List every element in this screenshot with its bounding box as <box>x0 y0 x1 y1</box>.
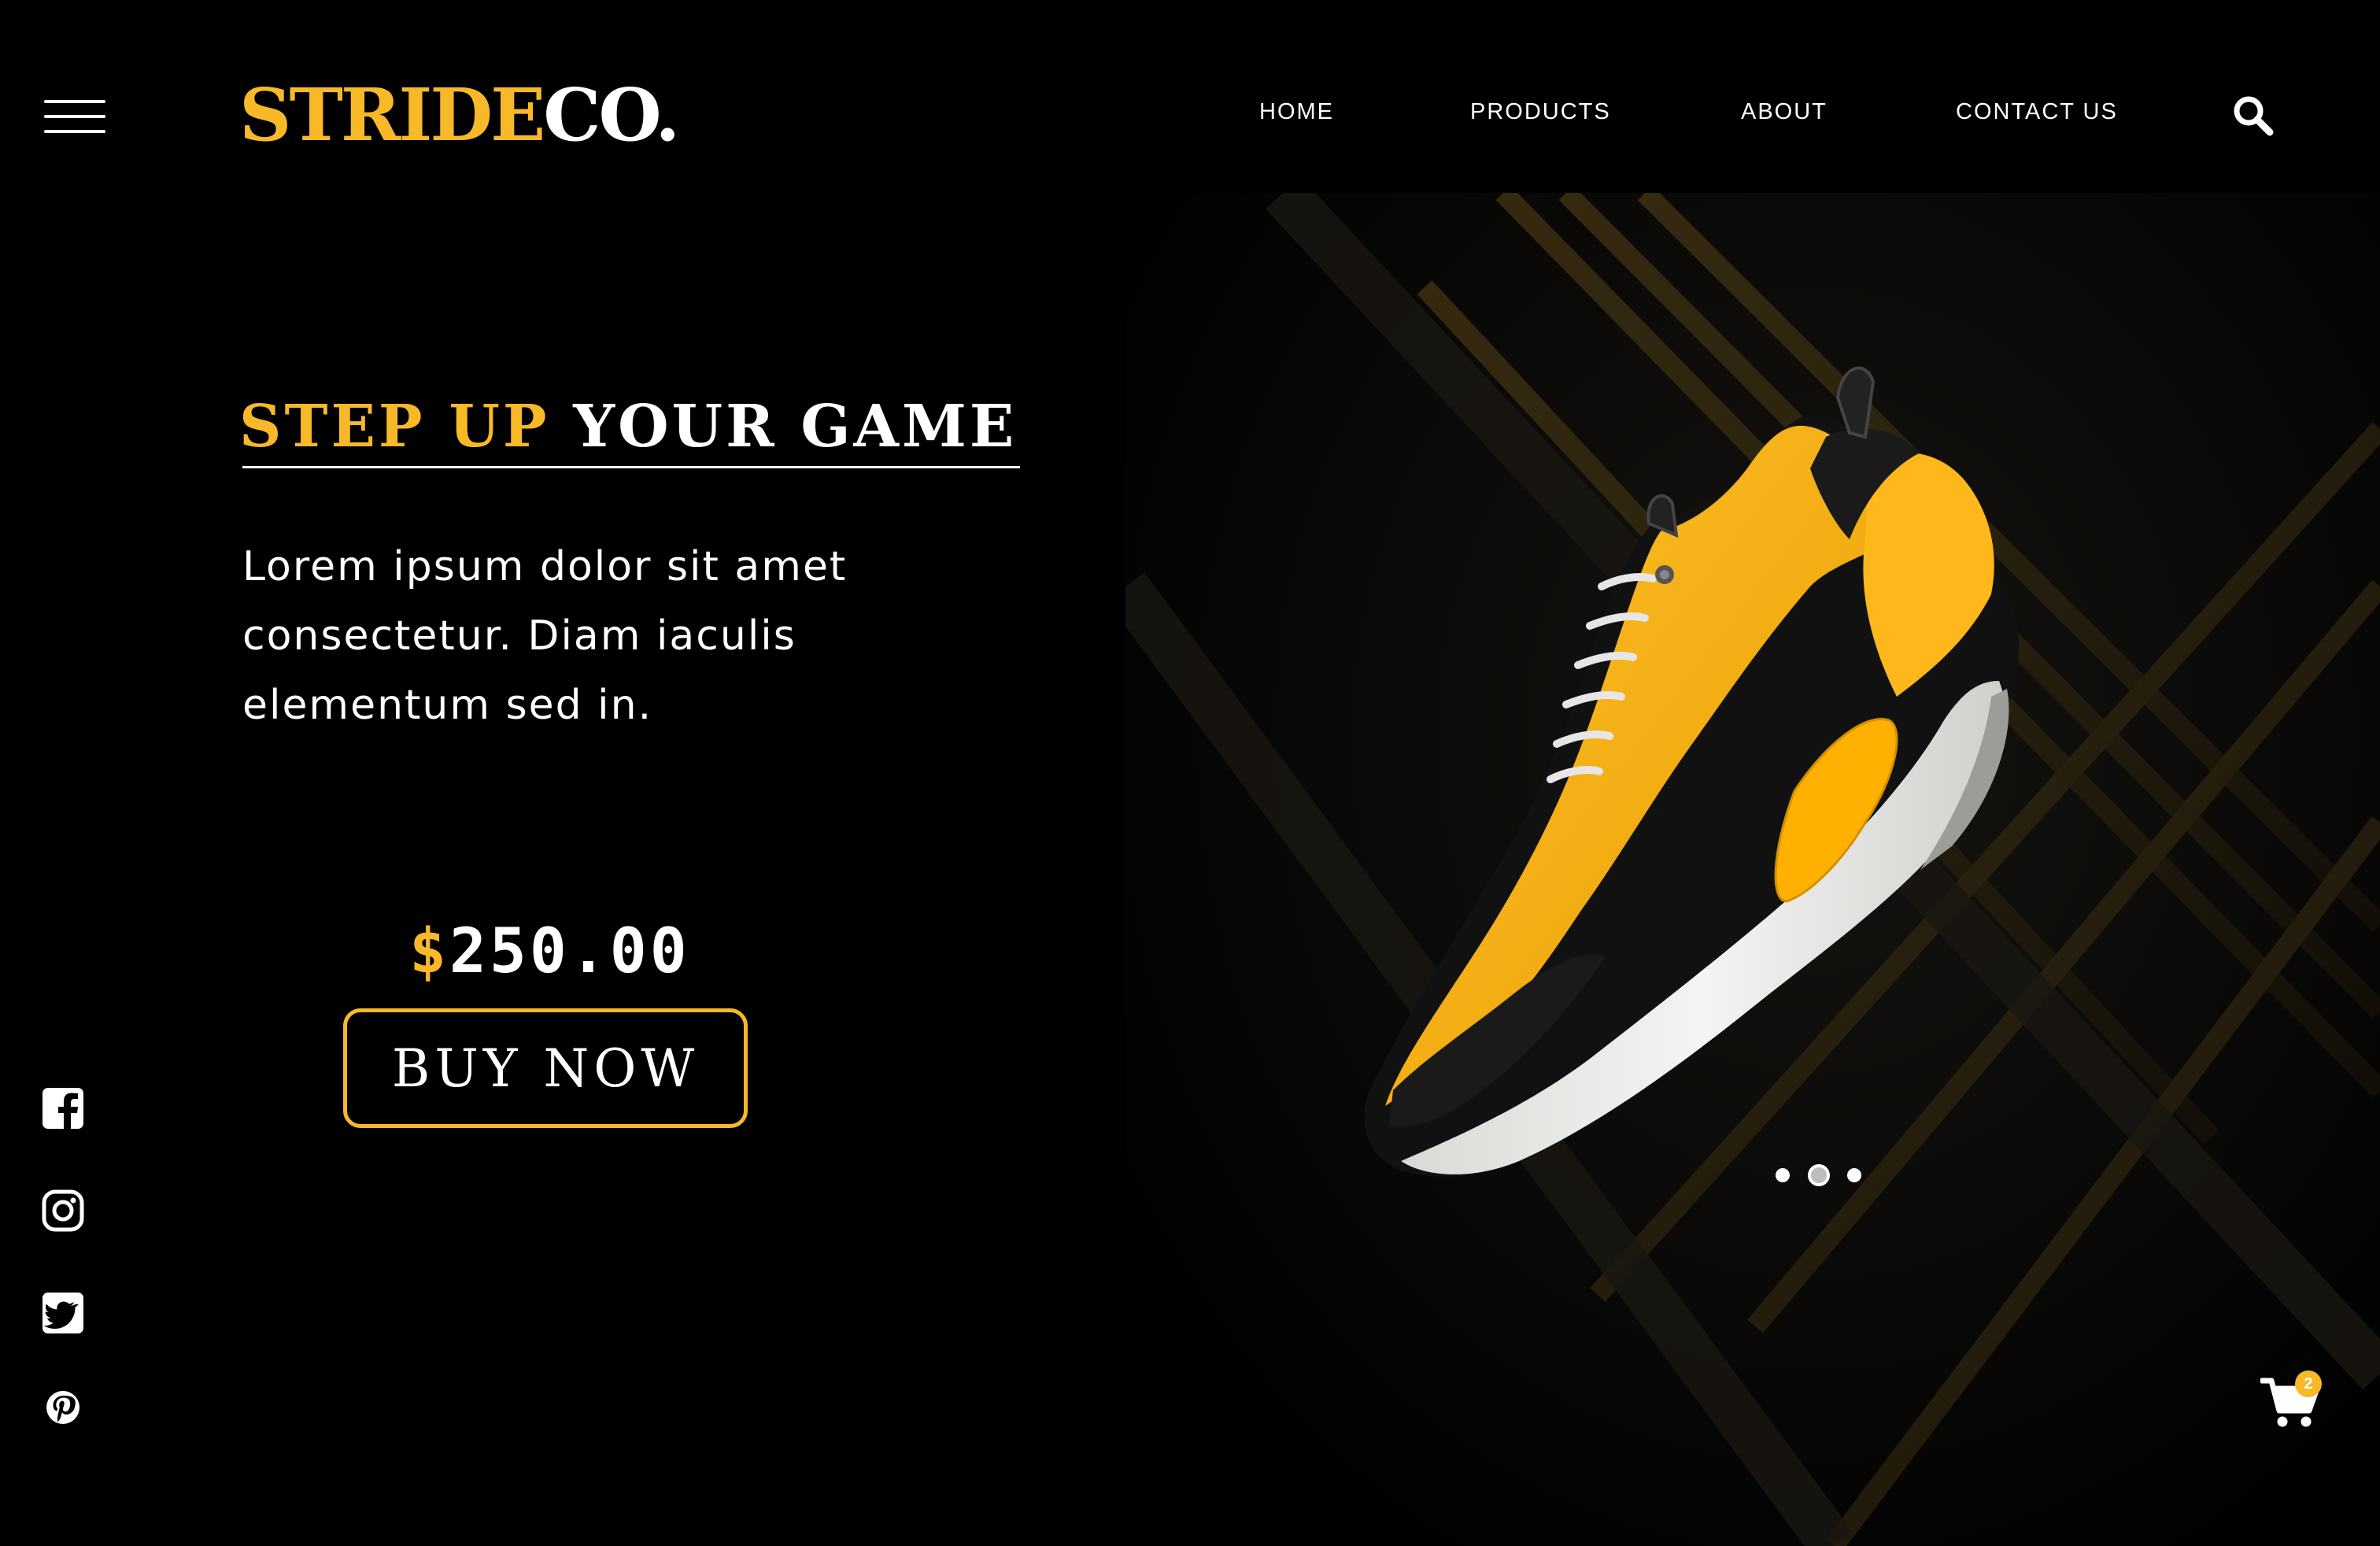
cart-count-badge: 2 <box>2295 1370 2322 1397</box>
nav-home[interactable]: HOME <box>1259 101 1334 124</box>
brand-name-accent: STRIDE <box>239 72 545 157</box>
nav-about[interactable]: ABOUT <box>1741 101 1828 124</box>
facebook-icon[interactable] <box>41 1086 85 1130</box>
hero-description: Lorem ipsum dolor sit amet consectetur. … <box>242 543 848 729</box>
headline-accent: STEP UP <box>239 393 550 460</box>
carousel-dot-1[interactable] <box>1776 1168 1790 1182</box>
carousel-dot-2-active[interactable] <box>1808 1164 1830 1186</box>
hero-product-image <box>1125 193 2380 1546</box>
buy-now-button[interactable]: BUY NOW <box>343 1008 748 1128</box>
price-amount: 250.00 <box>449 916 690 987</box>
nav-contact-us[interactable]: CONTACT US <box>1956 101 2118 124</box>
product-price: $250.00 <box>409 921 690 982</box>
brand-logo[interactable]: STRIDECO. <box>239 79 680 151</box>
pinterest-icon[interactable] <box>41 1385 85 1429</box>
twitter-icon[interactable] <box>41 1291 85 1335</box>
hero-headline: STEP UP YOUR GAME <box>239 398 1017 456</box>
price-currency: $ <box>409 916 449 987</box>
headline-underline <box>242 466 1020 468</box>
headline-rest: YOUR GAME <box>573 393 1018 460</box>
brand-name-light: CO. <box>543 72 680 157</box>
instagram-icon[interactable] <box>41 1189 85 1233</box>
hamburger-menu-icon[interactable] <box>44 100 105 133</box>
search-icon[interactable] <box>2230 93 2275 137</box>
carousel-dot-3[interactable] <box>1847 1168 1861 1182</box>
nav-products[interactable]: PRODUCTS <box>1470 101 1611 124</box>
buy-now-label: BUY NOW <box>391 1037 700 1099</box>
